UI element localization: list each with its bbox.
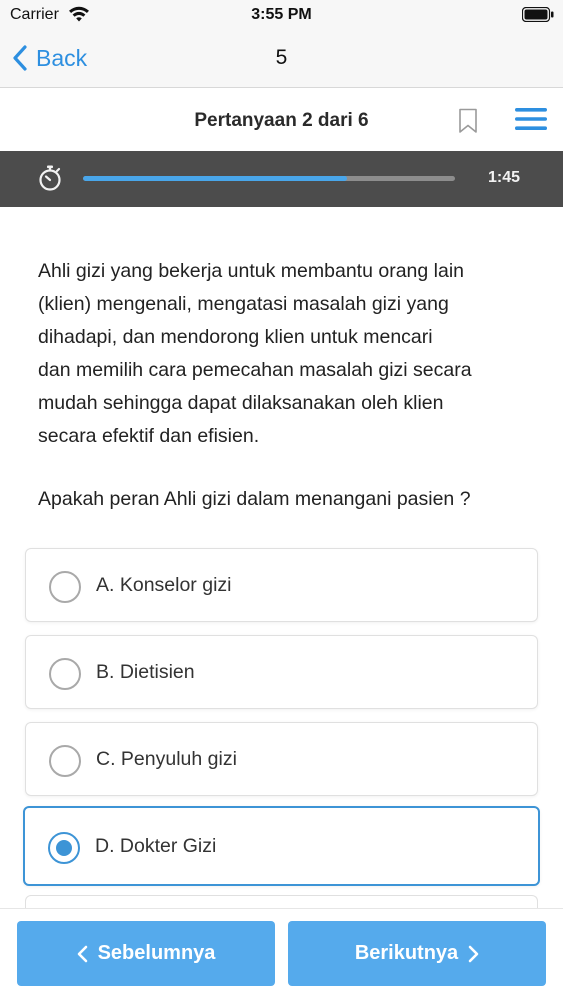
question-counter: Pertanyaan 2 dari 6	[194, 110, 369, 131]
radio-selected-dot	[56, 840, 72, 856]
question-line: secara efektif dan efisien.	[38, 425, 260, 447]
battery-icon	[522, 7, 554, 22]
option-label: A. Konselor gizi	[96, 574, 232, 596]
question-line: dan memilih cara pemecahan masalah gizi …	[38, 359, 472, 381]
previous-button-label: Sebelumnya	[97, 942, 216, 964]
answer-option-c[interactable]: C. Penyuluh gizi	[25, 722, 538, 796]
bookmark-icon[interactable]	[458, 108, 478, 134]
question-line: mudah sehingga dapat dilaksanakan oleh k…	[38, 392, 444, 414]
timer-bar: 1:45	[0, 151, 563, 207]
previous-button[interactable]: Sebelumnya	[17, 921, 275, 986]
radio-button[interactable]	[49, 658, 81, 690]
option-label: B. Dietisien	[96, 661, 195, 683]
option-label: D. Dokter Gizi	[95, 835, 217, 857]
nav-title: 5	[275, 46, 288, 69]
question-line: dihadapi, dan mendorong klien untuk menc…	[38, 326, 433, 348]
status-time: 3:55 PM	[251, 6, 312, 23]
time-progress-bar	[83, 176, 455, 181]
answer-option-d[interactable]: D. Dokter Gizi	[23, 806, 540, 886]
radio-button[interactable]	[49, 745, 81, 777]
time-progress-fill	[83, 176, 348, 181]
stopwatch-icon	[39, 165, 61, 191]
next-button-label: Berikutnya	[354, 942, 459, 964]
question-text: Ahli gizi yang bekerja untuk membantu or…	[38, 255, 538, 453]
question-prompt: Apakah peran Ahli gizi dalam menangani p…	[38, 488, 471, 510]
navigation-bar: Back 5	[0, 30, 563, 88]
option-label: C. Penyuluh gizi	[96, 748, 237, 770]
hamburger-menu-icon[interactable]	[515, 107, 547, 131]
time-remaining: 1:45	[487, 169, 521, 186]
answer-option-a[interactable]: A. Konselor gizi	[25, 548, 538, 622]
radio-button-selected[interactable]	[48, 832, 80, 864]
radio-button[interactable]	[49, 571, 81, 603]
question-line: Ahli gizi yang bekerja untuk membantu or…	[38, 260, 465, 282]
next-button[interactable]: Berikutnya	[288, 921, 546, 986]
answer-option-b[interactable]: B. Dietisien	[25, 635, 538, 709]
chevron-right-icon	[468, 945, 479, 962]
chevron-left-icon	[77, 945, 87, 962]
status-bar: Carrier 3:55 PM	[0, 0, 563, 30]
question-line: (klien) mengenali, mengatasi masalah giz…	[38, 293, 449, 315]
question-header: Pertanyaan 2 dari 6	[0, 89, 563, 151]
